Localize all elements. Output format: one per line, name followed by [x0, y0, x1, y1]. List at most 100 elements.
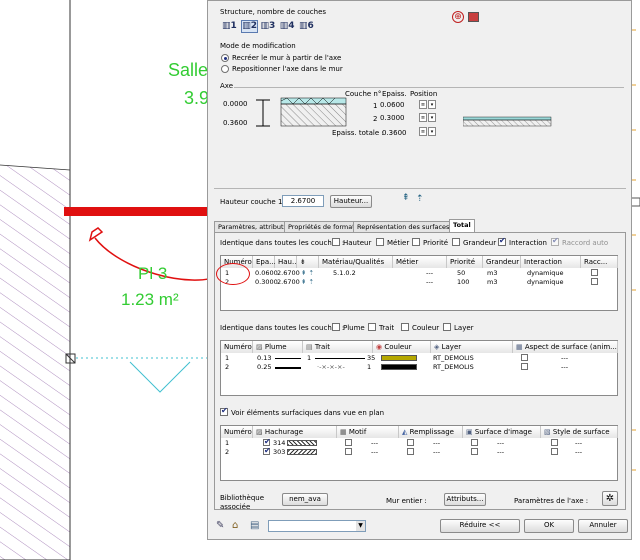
- tab-parametres[interactable]: Paramètres, attributs: [214, 221, 291, 232]
- layer1-thickness[interactable]: 0.0600: [378, 100, 406, 111]
- mode-option-reposition: Repositionner l'axe dans le mur: [232, 65, 343, 73]
- hauteur-button[interactable]: Hauteur...: [330, 195, 372, 208]
- structure-title: Structure, nombre de couches: [220, 8, 327, 16]
- chk-plume[interactable]: [332, 323, 340, 331]
- couche-header: Couche n°: [345, 90, 382, 98]
- th-metier[interactable]: Métier: [393, 256, 447, 268]
- hatched-wall: [0, 165, 70, 560]
- chk-interaction-label: Interaction: [509, 239, 547, 247]
- th2-numero[interactable]: Numéro: [221, 341, 253, 353]
- reduire-button[interactable]: Réduire <<: [440, 519, 520, 533]
- pen-tool-icon[interactable]: ✎: [216, 520, 224, 531]
- th2-aspect[interactable]: ▦ Aspect de surface (anim...: [513, 341, 618, 353]
- layer-btn-4[interactable]: ▥4: [280, 21, 297, 34]
- row-structure-icon[interactable]: ⇞ ⇡: [301, 278, 314, 286]
- th3-motif[interactable]: ▦ Motif: [337, 426, 399, 438]
- chk-voir-elements[interactable]: [220, 406, 228, 416]
- th-hau[interactable]: Hau...: [275, 256, 299, 268]
- th2-layer[interactable]: ◈ Layer: [431, 341, 513, 353]
- target-icon[interactable]: ⊕: [452, 11, 464, 23]
- mode-radio-recreate[interactable]: [221, 54, 229, 62]
- chk-hauteur[interactable]: [332, 238, 340, 246]
- th-materiau[interactable]: Matériau/Qualités: [319, 256, 393, 268]
- height-bottom-icon[interactable]: ⇡: [416, 194, 424, 204]
- th2-couleur[interactable]: ◉ Couleur: [373, 341, 431, 353]
- layer1-position-icon[interactable]: ≡: [419, 100, 427, 109]
- table-row[interactable]: 1 0.0600 2.6700 ⇞ ⇡ 5.1.0.2 --- 50 m3 dy…: [221, 269, 617, 278]
- ok-button[interactable]: OK: [524, 519, 574, 533]
- biblio-label-1: Bibliothèque: [220, 494, 265, 502]
- row-raccord-chk[interactable]: [591, 269, 598, 276]
- layer-btn-6[interactable]: ▥6: [299, 21, 316, 34]
- attributs-button[interactable]: Attributs...: [444, 493, 486, 506]
- total-position-icon[interactable]: ≡: [419, 127, 427, 136]
- total-value: 0.3600: [382, 129, 407, 137]
- row-structure-icon[interactable]: ⇞ ⇡: [301, 269, 314, 277]
- chk-layer[interactable]: [443, 323, 451, 331]
- chk-grandeur-label: Grandeur: [463, 239, 497, 247]
- axe-value-bottom: 0.3600: [223, 119, 248, 127]
- hatch-preview: [287, 449, 317, 455]
- aspect-icon: ▦: [516, 343, 525, 351]
- th-structure-icon[interactable]: ⇟: [297, 256, 319, 268]
- th3-surface-image[interactable]: ▣ Surface d'image: [463, 426, 541, 438]
- th3-numero[interactable]: Numéro: [221, 426, 253, 438]
- chk-interaction[interactable]: [498, 236, 506, 246]
- chk-priorite[interactable]: [412, 238, 420, 246]
- th-priorite[interactable]: Priorité: [447, 256, 483, 268]
- color-swatch[interactable]: [381, 364, 417, 370]
- table-row[interactable]: 1 314 --- --- --- ---: [221, 437, 617, 448]
- layer-btn-2[interactable]: ▥2: [241, 20, 259, 33]
- th2-plume[interactable]: ▨ Plume: [253, 341, 303, 353]
- dropdown-arrow-icon[interactable]: ▼: [356, 521, 365, 531]
- chk-trait[interactable]: [368, 323, 376, 331]
- layer2-position-dropdown[interactable]: ▾: [428, 113, 436, 122]
- total-position-dropdown[interactable]: ▾: [428, 127, 436, 136]
- th3-style[interactable]: ▧ Style de surface: [541, 426, 618, 438]
- chk-raccord-auto: [551, 236, 559, 246]
- th3-remplissage[interactable]: ◭ Remplissage: [399, 426, 463, 438]
- layer1-position-dropdown[interactable]: ▾: [428, 100, 436, 109]
- table-row[interactable]: 2 303 --- --- --- ---: [221, 446, 617, 457]
- height-top-icon[interactable]: ⇞: [402, 193, 410, 203]
- hauteur-input[interactable]: 2.6700: [282, 195, 324, 207]
- chk-raccord-auto-label: Raccord auto: [562, 239, 609, 247]
- layer2-position-icon[interactable]: ≡: [419, 113, 427, 122]
- tab-representation[interactable]: Représentation des surfaces: [353, 221, 454, 232]
- chk-couleur[interactable]: [401, 323, 409, 331]
- wrench-button[interactable]: ✲: [602, 491, 618, 506]
- biblio-button[interactable]: nem_ava: [282, 493, 328, 506]
- row-raccord-chk[interactable]: [591, 278, 598, 285]
- th-grandeur[interactable]: Grandeur: [483, 256, 521, 268]
- room-name: Salle: [168, 60, 209, 80]
- wrench-icon: ✲: [605, 493, 615, 504]
- th-raccord[interactable]: Racc...: [581, 256, 618, 268]
- tab-proprietes[interactable]: Propriétés de format: [284, 221, 359, 232]
- library-icon[interactable]: [468, 12, 479, 22]
- color-swatch[interactable]: [381, 355, 417, 361]
- th-interaction[interactable]: Interaction: [521, 256, 581, 268]
- tab-total[interactable]: Total: [449, 219, 475, 232]
- th2-trait[interactable]: ▤ Trait: [303, 341, 373, 353]
- table-row[interactable]: 2 0.3000 2.6700 ⇞ ⇡ --- 100 m3 dynamique: [221, 278, 617, 287]
- wall-plan-preview: [463, 116, 552, 127]
- hatch-preview: [287, 440, 317, 446]
- favorites-dropdown[interactable]: [268, 520, 366, 532]
- chk-grandeur[interactable]: [452, 238, 460, 246]
- layer-btn-3[interactable]: ▥3: [260, 21, 277, 34]
- layer-btn-1[interactable]: ▥1: [222, 21, 239, 34]
- chk-layer-label: Layer: [454, 324, 474, 332]
- save-favorite-icon[interactable]: ▤: [250, 520, 259, 531]
- table-row[interactable]: 2 0.25 ·‐×‐×‐×‐ 1 RT_DEMOLIS ---: [221, 363, 617, 372]
- chk-metier[interactable]: [376, 238, 384, 246]
- layer-count-buttons: ▥1 ▥2 ▥3 ▥4 ▥6: [222, 20, 316, 34]
- layer2-number: 2: [373, 115, 378, 123]
- layer2-thickness[interactable]: 0.3000: [378, 113, 406, 124]
- trait-line-preview: ·‐×‐×‐×‐: [317, 363, 345, 371]
- table-row[interactable]: 1 0.13 1 35 RT_DEMOLIS ---: [221, 354, 617, 363]
- mode-radio-reposition[interactable]: [221, 65, 229, 73]
- th-epa[interactable]: Epa...: [253, 256, 276, 268]
- mur-entier-label: Mur entier :: [386, 497, 427, 505]
- annuler-button[interactable]: Annuler: [578, 519, 628, 533]
- open-favorite-icon[interactable]: ⌂: [232, 520, 238, 531]
